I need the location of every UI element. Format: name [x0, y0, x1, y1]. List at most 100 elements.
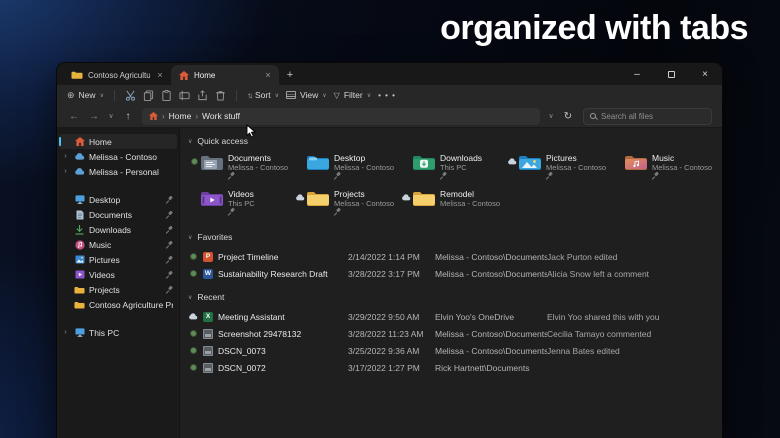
delete-button[interactable] [215, 90, 226, 101]
tile-desktop[interactable]: Desktop Melissa - Contoso [294, 150, 400, 186]
sidebar-item-contoso-agriculture-project[interactable]: Contoso Agriculture Project [57, 297, 179, 312]
word-icon [203, 269, 213, 279]
image-thumbnail-icon [203, 329, 213, 339]
close-button[interactable]: × [688, 63, 722, 85]
filter-icon: ▽ [334, 91, 340, 100]
music-icon [74, 239, 85, 250]
sidebar-item-videos[interactable]: Videos [57, 267, 179, 282]
sort-button[interactable]: ↑↓ Sort ∨ [247, 90, 279, 100]
more-options-button[interactable]: • • • [378, 91, 396, 100]
share-button[interactable] [197, 90, 208, 101]
sidebar-item-documents[interactable]: Documents [57, 207, 179, 222]
status-spacer [188, 189, 200, 194]
tab-contoso-agriculture-project[interactable]: Contoso Agriculture Project × [63, 65, 171, 85]
file-explorer-window: Contoso Agriculture Project × Home × + –… [57, 63, 722, 438]
tile-name: Pictures [546, 153, 606, 163]
back-button[interactable]: ← [65, 111, 83, 122]
sync-status-icon [188, 330, 198, 337]
file-date: 3/25/2022 9:36 AM [348, 346, 435, 356]
tile-name: Documents [228, 153, 288, 163]
refresh-button[interactable]: ↻ [559, 111, 577, 122]
collapse-chevron-icon[interactable]: ∨ [188, 234, 192, 241]
file-row-sustainability-research-draft[interactable]: Sustainability Research Draft 3/28/2022 … [188, 265, 722, 282]
maximize-button[interactable] [654, 63, 688, 85]
file-location: Rick Hartnett\Documents [435, 363, 547, 373]
sidebar-item-home[interactable]: Home [59, 134, 177, 149]
search-input[interactable] [601, 112, 705, 121]
sort-label: Sort [255, 90, 271, 100]
tile-pictures[interactable]: Pictures Melissa - Contoso [506, 150, 612, 186]
search-box[interactable] [583, 108, 712, 125]
sidebar-item-label: Videos [89, 270, 162, 280]
view-icon [286, 91, 296, 99]
expand-chevron-icon[interactable]: › [61, 329, 70, 336]
downloads-folder-icon [412, 153, 436, 176]
collapse-chevron-icon[interactable]: ∨ [188, 294, 192, 301]
sidebar-item-projects[interactable]: Projects [57, 282, 179, 297]
pictures-folder-icon [518, 153, 542, 176]
up-button[interactable]: ↑ [119, 111, 137, 122]
tile-videos[interactable]: Videos This PC [188, 186, 294, 222]
new-button[interactable]: ⊕ New ∨ [67, 90, 104, 101]
sidebar-item-desktop[interactable]: Desktop [57, 192, 179, 207]
command-bar: ⊕ New ∨ ↑↓ Sort ∨ View ∨ ▽ Filter ∨ • • … [57, 85, 722, 105]
sidebar-item-label: Downloads [89, 225, 162, 235]
breadcrumb-home[interactable]: Home [169, 111, 192, 121]
tile-remodel[interactable]: Remodel Melissa - Contoso [400, 186, 506, 222]
file-row-dscn-0072[interactable]: DSCN_0072 3/17/2022 1:27 PM Rick Hartnet… [188, 359, 722, 376]
sidebar-item-music[interactable]: Music [57, 237, 179, 252]
tile-music[interactable]: Music Melissa - Contoso [612, 150, 718, 186]
file-location: Melissa - Contoso\Documents [435, 346, 547, 356]
sidebar-item-label: Melissa - Contoso [89, 152, 173, 162]
file-date: 3/17/2022 1:27 PM [348, 363, 435, 373]
paste-button[interactable] [161, 90, 172, 101]
tile-projects[interactable]: Projects Melissa - Contoso [294, 186, 400, 222]
sidebar-item-melissa-contoso[interactable]: › Melissa - Contoso [57, 149, 179, 164]
rename-button[interactable] [179, 90, 190, 101]
section-header-favorites[interactable]: ∨ Favorites [188, 230, 722, 244]
minimize-button[interactable]: – [620, 63, 654, 85]
cut-button[interactable] [125, 90, 136, 101]
filter-button[interactable]: ▽ Filter ∨ [334, 90, 371, 100]
collapse-chevron-icon[interactable]: ∨ [188, 138, 192, 145]
expand-chevron-icon[interactable]: › [61, 153, 70, 160]
file-name: DSCN_0073 [218, 346, 266, 356]
breadcrumb-work-stuff[interactable]: Work stuff [202, 111, 240, 121]
tab-home[interactable]: Home × [171, 65, 279, 85]
sidebar-item-pictures[interactable]: Pictures [57, 252, 179, 267]
file-row-project-timeline[interactable]: Project Timeline 2/14/2022 1:14 PM Melis… [188, 248, 722, 265]
chevron-down-icon: ∨ [367, 92, 371, 99]
section-header-recent[interactable]: ∨ Recent [188, 290, 722, 304]
tile-downloads[interactable]: Downloads This PC [400, 150, 506, 186]
address-bar[interactable]: › Home › Work stuff [142, 108, 540, 125]
tab-close-icon[interactable]: × [155, 70, 165, 80]
recent-locations-button[interactable]: ∨ [105, 112, 117, 120]
file-row-meeting-assistant[interactable]: Meeting Assistant 3/29/2022 9:50 AM Elvi… [188, 308, 722, 325]
sidebar-item-downloads[interactable]: Downloads [57, 222, 179, 237]
document-icon [74, 209, 85, 220]
sidebar-item-this-pc[interactable]: › This PC [57, 325, 179, 340]
file-row-screenshot-29478132[interactable]: Screenshot 29478132 3/28/2022 11:23 AM M… [188, 325, 722, 342]
file-row-dscn-0073[interactable]: DSCN_0073 3/25/2022 9:36 AM Melissa - Co… [188, 342, 722, 359]
tile-name: Music [652, 153, 712, 163]
expand-chevron-icon[interactable]: › [61, 168, 70, 175]
address-dropdown-button[interactable]: ∨ [545, 112, 557, 120]
home-icon [179, 71, 189, 80]
tab-close-icon[interactable]: × [263, 70, 273, 80]
copy-button[interactable] [143, 90, 154, 101]
view-button[interactable]: View ∨ [286, 90, 327, 100]
desktop-icon [74, 194, 85, 205]
maximize-icon [668, 71, 675, 78]
toolbar-divider [114, 90, 115, 101]
new-tab-button[interactable]: + [279, 65, 301, 85]
sidebar-item-melissa-personal[interactable]: › Melissa - Personal [57, 164, 179, 179]
image-thumbnail-icon [203, 346, 213, 356]
section-header-quick-access[interactable]: ∨ Quick access [188, 134, 722, 148]
file-location: Melissa - Contoso\Documents [435, 269, 547, 279]
tile-documents[interactable]: Documents Melissa - Contoso [188, 150, 294, 186]
file-activity: Alicia Snow left a comment [547, 269, 722, 279]
music-folder-icon [624, 153, 648, 176]
forward-button[interactable]: → [85, 111, 103, 122]
image-thumbnail-icon [203, 363, 213, 373]
file-date: 2/14/2022 1:14 PM [348, 252, 435, 262]
